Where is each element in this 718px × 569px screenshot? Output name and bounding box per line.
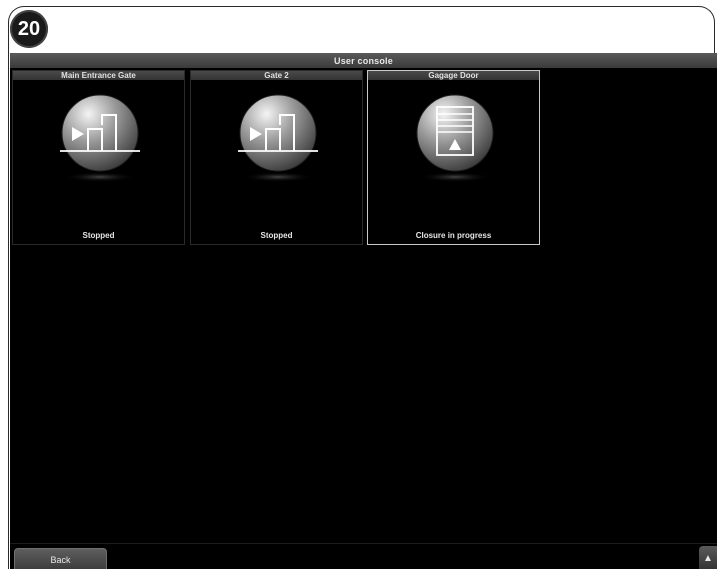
device-tile-garage-door[interactable]: Gagage Door Closure in progress — [367, 70, 540, 245]
tile-status: Stopped — [260, 231, 293, 240]
back-button[interactable]: Back — [14, 548, 107, 569]
device-tile-gate-2[interactable]: Gate 2 Stopped — [190, 70, 363, 245]
sliding-gate-icon — [238, 94, 318, 182]
window-title: User console — [10, 53, 717, 68]
tile-status: Stopped — [82, 231, 115, 240]
device-tile-main-entrance-gate[interactable]: Main Entrance Gate Stopped — [12, 70, 185, 245]
tile-status: Closure in progress — [415, 231, 492, 240]
garage-door-icon — [416, 94, 494, 182]
tile-title: Gagage Door — [368, 71, 539, 80]
figure-number-badge: 20 — [10, 10, 48, 48]
sliding-gate-icon — [60, 94, 140, 182]
scroll-up-button[interactable]: ▲ — [699, 546, 717, 569]
triangle-up-icon: ▲ — [703, 552, 713, 564]
user-console-screen: User console Main Entrance Gate Stopped … — [10, 53, 717, 569]
tile-title: Main Entrance Gate — [13, 71, 184, 80]
tile-title: Gate 2 — [191, 71, 362, 80]
bottom-toolbar: Back ▲ — [10, 543, 717, 569]
